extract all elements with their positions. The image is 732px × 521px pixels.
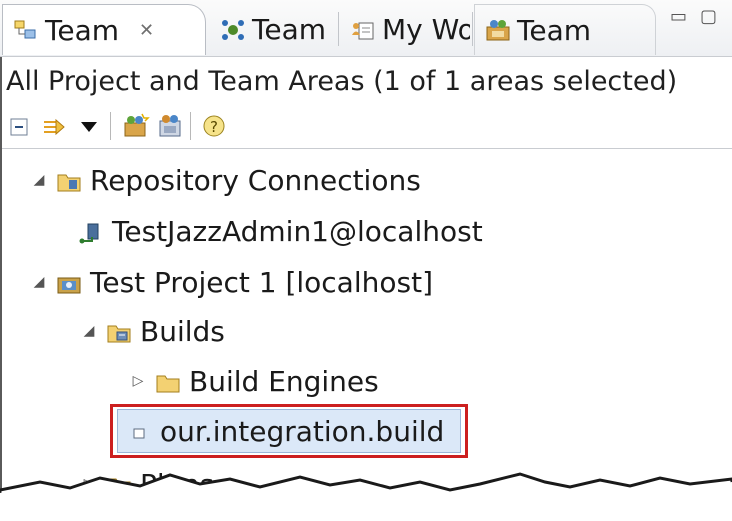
folder-icon (155, 369, 181, 393)
link-with-editor-icon[interactable] (40, 112, 68, 140)
project-area-icon (56, 270, 82, 294)
tab-label: My Wo (382, 13, 470, 46)
tree-node-build-engines[interactable]: ▷ Build Engines (127, 359, 379, 403)
tab-team-central[interactable]: Team (210, 4, 336, 55)
toolbar-divider (2, 148, 732, 149)
torn-edge-decoration (0, 472, 732, 521)
tree-node-connection[interactable]: TestJazzAdmin1@localhost (78, 209, 483, 253)
connection-icon (78, 219, 104, 244)
tree-node-label: Build Engines (189, 364, 379, 398)
builds-icon (106, 319, 132, 343)
view-menu-dropdown-icon[interactable] (76, 112, 104, 140)
build-definition-icon (126, 419, 152, 443)
team-organization-icon (485, 17, 511, 43)
new-team-area-icon[interactable] (156, 112, 184, 140)
tree-node-label: Builds (140, 314, 225, 348)
view-title: All Project and Team Areas (1 of 1 areas… (6, 66, 678, 97)
tab-separator (472, 12, 473, 46)
team-central-icon (220, 17, 246, 43)
view-toolbar: ? (6, 108, 306, 144)
tree-node-label: TestJazzAdmin1@localhost (112, 214, 483, 248)
close-icon[interactable]: ✕ (139, 20, 154, 41)
tab-team-organization[interactable]: Team (474, 4, 656, 55)
help-icon[interactable]: ? (200, 112, 228, 140)
toolbar-separator (110, 112, 111, 140)
expanded-twistie-icon[interactable]: ◢ (28, 172, 50, 188)
team-artifacts-icon (13, 17, 39, 43)
maximize-view-button[interactable]: ▢ (700, 6, 717, 27)
tab-team-artifacts[interactable]: Team ✕ (2, 4, 206, 55)
my-work-icon (350, 17, 376, 43)
new-project-area-icon[interactable] (122, 112, 150, 140)
tab-label: Team (252, 13, 327, 46)
tree-node-label: Test Project 1 [localhost] (90, 265, 433, 299)
tree-node-project-area[interactable]: ◢ Test Project 1 [localhost] (28, 260, 433, 304)
tab-label: Team (45, 13, 120, 47)
svg-text:?: ? (210, 118, 218, 136)
tree-node-label: Repository Connections (90, 163, 421, 197)
collapse-all-icon[interactable] (6, 112, 34, 140)
tree-node-repository-connections[interactable]: ◢ Repository Connections (28, 158, 421, 202)
tab-bar: Team ✕ Team My Wo Team ▭ ▢ (0, 0, 732, 57)
expanded-twistie-icon[interactable]: ◢ (28, 274, 50, 290)
repository-connections-icon (56, 168, 82, 192)
tree-node-label: our.integration.build (160, 414, 445, 448)
collapsed-twistie-icon[interactable]: ▷ (127, 373, 149, 389)
tab-separator (338, 12, 339, 46)
tab-label: Team (517, 13, 592, 47)
minimize-view-button[interactable]: ▭ (670, 6, 687, 27)
toolbar-separator (190, 112, 191, 140)
expanded-twistie-icon[interactable]: ◢ (78, 323, 100, 339)
tab-my-work[interactable]: My Wo (340, 4, 470, 55)
tree-node-build-definition[interactable]: our.integration.build (122, 409, 444, 453)
tree-node-builds[interactable]: ◢ Builds (78, 309, 225, 353)
